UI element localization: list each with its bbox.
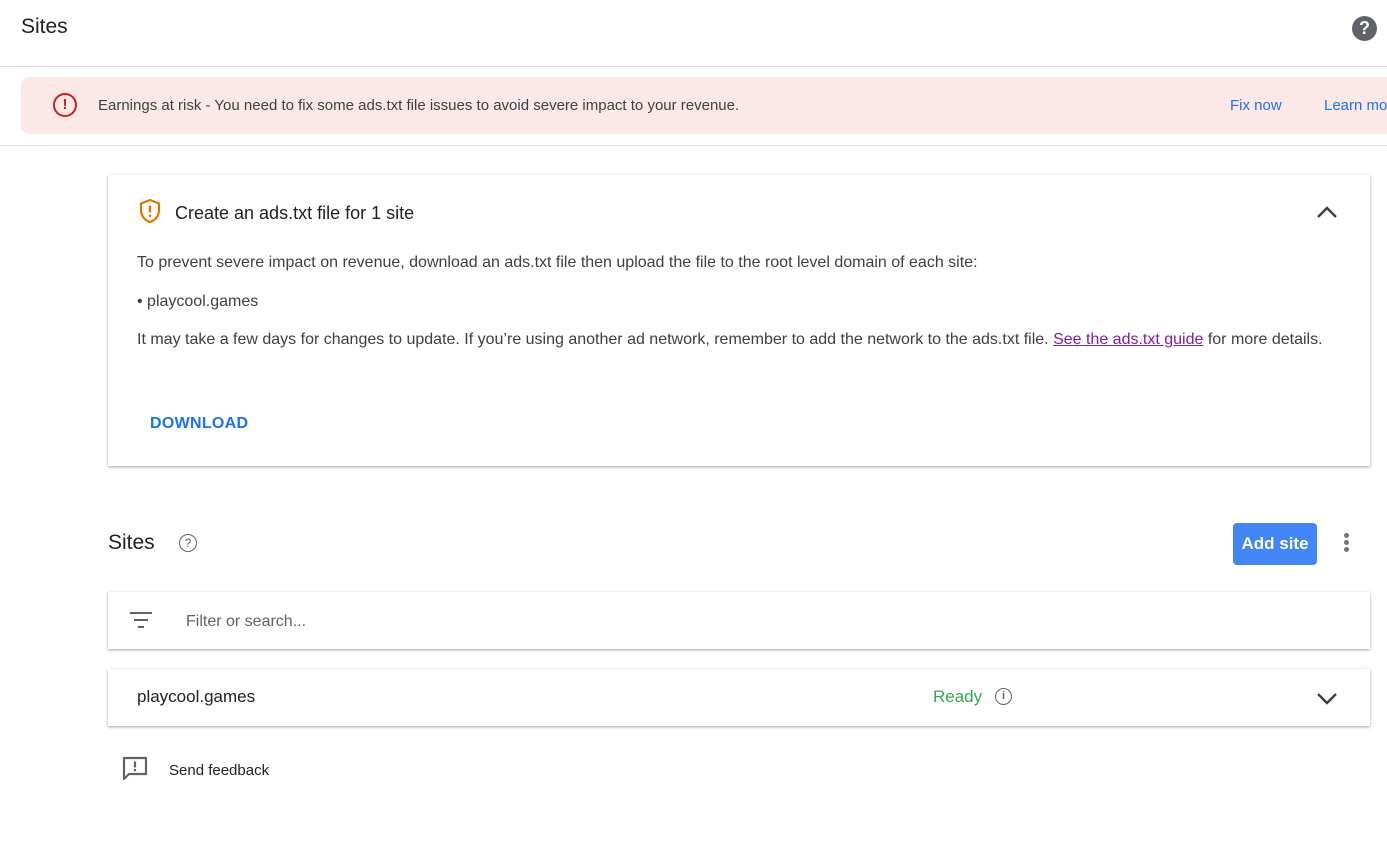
chevron-up-icon[interactable]: [1314, 202, 1340, 222]
note-text-end: for more details.: [1203, 331, 1323, 348]
chevron-down-icon[interactable]: [1314, 689, 1340, 707]
banner-message: Earnings at risk - You need to fix some …: [98, 97, 740, 114]
feedback-icon: [122, 756, 148, 781]
site-name: playcool.games: [137, 687, 256, 706]
ads-txt-guide-link[interactable]: See the ads.txt guide: [1053, 331, 1203, 348]
earnings-risk-banner: ! Earnings at risk - You need to fix som…: [21, 77, 1387, 134]
more-vert-icon[interactable]: [1338, 533, 1354, 555]
filter-icon[interactable]: [130, 612, 152, 629]
fix-now-link[interactable]: Fix now: [1230, 97, 1282, 114]
divider: [0, 145, 1387, 146]
info-icon[interactable]: i: [995, 688, 1012, 705]
bullet-site-name: playcool.games: [147, 293, 259, 310]
note-text: It may take a few days for changes to up…: [137, 331, 1054, 348]
ads-txt-card: Create an ads.txt file for 1 site To pre…: [108, 175, 1370, 466]
shield-alert-icon: [139, 198, 161, 224]
download-button[interactable]: DOWNLOAD: [138, 413, 260, 435]
help-outline-icon[interactable]: ?: [179, 534, 197, 552]
card-instruction: To prevent severe impact on revenue, dow…: [137, 254, 978, 271]
error-icon: !: [53, 93, 77, 117]
filter-bar: [108, 592, 1370, 649]
site-row[interactable]: playcool.games Ready i: [108, 669, 1370, 726]
add-site-button[interactable]: Add site: [1233, 523, 1317, 565]
learn-more-link[interactable]: Learn more: [1324, 97, 1387, 114]
page-title: Sites: [21, 15, 68, 38]
filter-search-input[interactable]: [184, 608, 1338, 636]
card-note: It may take a few days for changes to up…: [137, 328, 1337, 352]
site-bullet-item: • playcool.games: [137, 293, 259, 310]
top-bar: Sites ?: [0, 0, 1387, 67]
sites-section-title: Sites: [108, 531, 155, 554]
card-heading: Create an ads.txt file for 1 site: [175, 203, 415, 223]
send-feedback-label: Send feedback: [169, 762, 270, 779]
help-icon[interactable]: ?: [1352, 16, 1377, 41]
status-badge: Ready: [933, 687, 983, 706]
